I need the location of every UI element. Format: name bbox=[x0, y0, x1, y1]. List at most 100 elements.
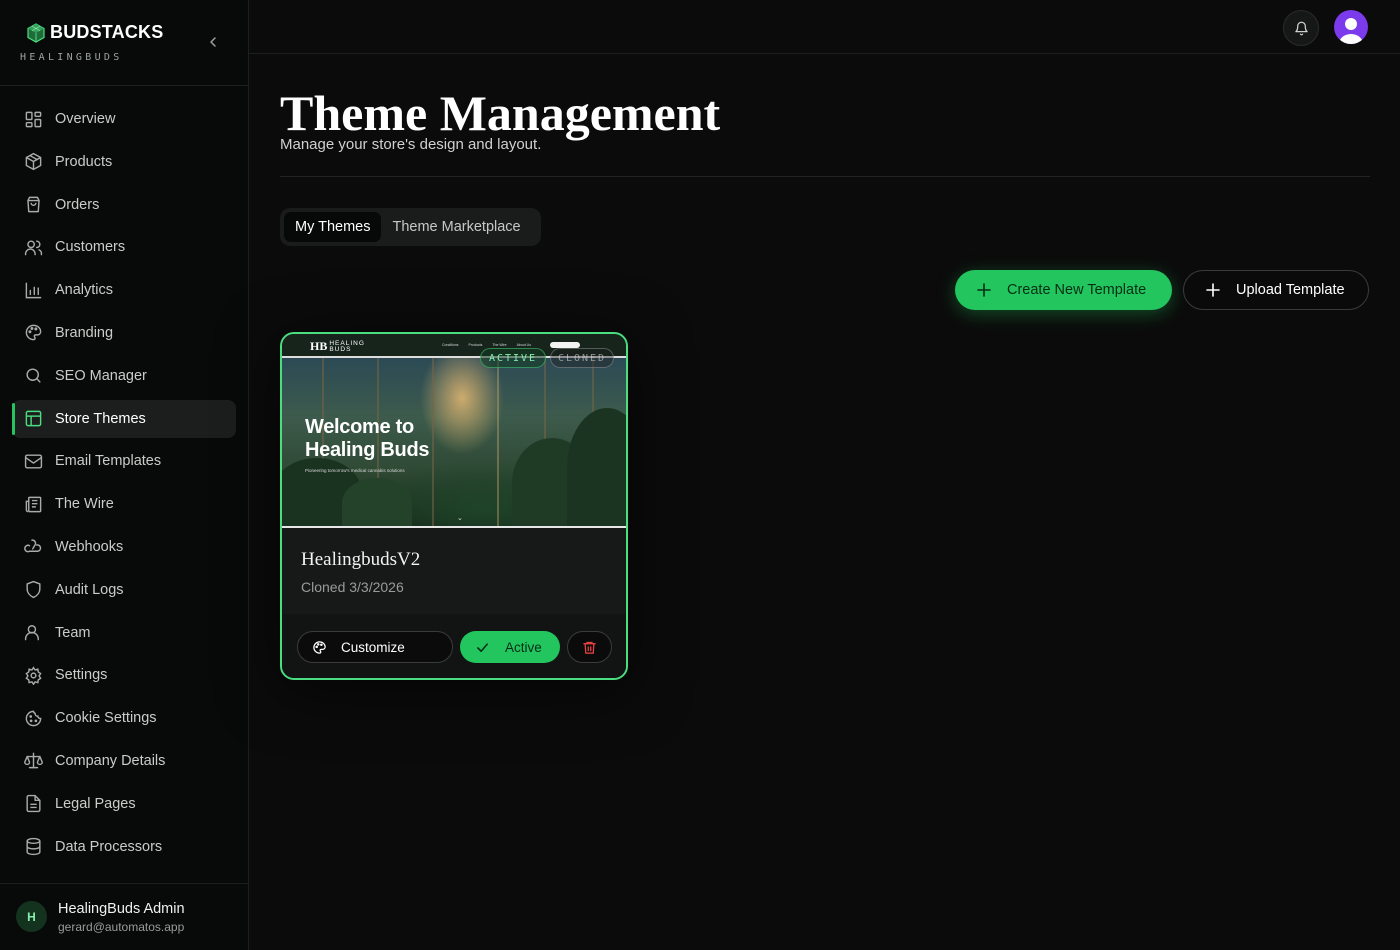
page-subtitle: Manage your store's design and layout. bbox=[280, 136, 542, 153]
layout-dashboard-icon bbox=[24, 110, 43, 129]
customize-label: Customize bbox=[341, 639, 405, 655]
shopping-bag-icon bbox=[24, 195, 43, 214]
sidebar-item-label: Overview bbox=[55, 111, 116, 127]
database-icon bbox=[24, 837, 43, 856]
sidebar-item-seo-manager[interactable]: SEO Manager bbox=[12, 357, 236, 395]
chevron-down-icon: ⌄ bbox=[457, 515, 463, 522]
sidebar-item-the-wire[interactable]: The Wire bbox=[12, 485, 236, 523]
theme-card[interactable]: HB HEALING BUDS Conditions Products The W… bbox=[280, 332, 628, 680]
preview-nav-link: About Us bbox=[516, 343, 531, 347]
sidebar-item-store-themes[interactable]: Store Themes bbox=[12, 399, 236, 438]
sidebar-item-analytics[interactable]: Analytics bbox=[12, 271, 236, 309]
top-bar bbox=[249, 0, 1400, 54]
notifications-button[interactable] bbox=[1283, 10, 1319, 46]
preview-logo: HB HEALING BUDS bbox=[310, 339, 365, 354]
mail-icon bbox=[24, 452, 43, 471]
sidebar-item-webhooks[interactable]: Webhooks bbox=[12, 528, 236, 566]
sidebar-item-settings[interactable]: Settings bbox=[12, 656, 236, 694]
preview-headline: Welcome to Healing Buds bbox=[305, 416, 430, 461]
page-title: Theme Management bbox=[280, 85, 721, 141]
theme-name: HealingbudsV2 bbox=[301, 549, 421, 570]
user-name: HealingBuds Admin bbox=[58, 901, 185, 917]
sidebar-item-label: Cookie Settings bbox=[55, 710, 157, 727]
scale-icon bbox=[24, 751, 43, 770]
upload-template-label: Upload Template bbox=[1236, 282, 1345, 298]
sidebar-item-label: Company Details bbox=[55, 752, 166, 769]
palette-icon bbox=[313, 640, 326, 654]
file-text-icon bbox=[24, 794, 43, 813]
sidebar-item-team[interactable]: Team bbox=[12, 614, 236, 652]
sidebar-item-label: The Wire bbox=[55, 496, 114, 513]
preview-nav-link: The Wire bbox=[492, 343, 507, 347]
sidebar-item-label: Webhooks bbox=[55, 538, 124, 555]
sidebar-item-products[interactable]: Products bbox=[12, 143, 236, 181]
palette-icon bbox=[24, 323, 43, 342]
preview-tagline: Pioneering tomorrow's medical cannabis s… bbox=[305, 468, 405, 473]
preview-nav-link: Products bbox=[468, 343, 483, 347]
status-badge-cloned: CLONED bbox=[550, 348, 614, 368]
sidebar-item-overview[interactable]: Overview bbox=[12, 100, 236, 138]
search-icon bbox=[24, 366, 43, 385]
create-new-template-button[interactable]: Create New Template bbox=[955, 270, 1172, 310]
user-avatar-icon bbox=[1339, 18, 1363, 44]
customize-button[interactable]: Customize bbox=[297, 631, 453, 663]
brand-subtitle: HEALINGBUDS bbox=[20, 52, 123, 63]
check-icon bbox=[477, 642, 488, 652]
active-label: Active bbox=[505, 639, 542, 655]
theme-actions: Customize Active bbox=[282, 614, 626, 678]
sidebar-item-label: Audit Logs bbox=[55, 581, 124, 598]
brand-name: BUDSTACKS bbox=[50, 22, 164, 42]
cookie-icon bbox=[24, 709, 43, 728]
sidebar-item-cookie-settings[interactable]: Cookie Settings bbox=[12, 699, 236, 737]
sidebar-item-email-templates[interactable]: Email Templates bbox=[12, 442, 236, 480]
sidebar-item-orders[interactable]: Orders bbox=[12, 186, 236, 224]
sidebar-item-data-processors[interactable]: Data Processors bbox=[12, 828, 236, 866]
sidebar-item-label: Settings bbox=[55, 667, 108, 684]
webhook-icon bbox=[24, 537, 43, 556]
cube-logo-icon bbox=[27, 22, 45, 43]
users-icon bbox=[24, 238, 43, 257]
user-profile[interactable]: H HealingBuds Admin gerard@automatos.app bbox=[0, 883, 248, 950]
tab-my-themes[interactable]: My Themes bbox=[284, 212, 382, 242]
sidebar-item-label: SEO Manager bbox=[55, 367, 147, 384]
brand-header: BUDSTACKS HEALINGBUDS bbox=[0, 0, 248, 86]
brand-logo[interactable]: BUDSTACKS bbox=[26, 22, 163, 43]
sidebar-item-label: Data Processors bbox=[55, 838, 163, 855]
sidebar-nav: Overview Products Orders Customers Analy… bbox=[12, 100, 236, 870]
delete-theme-button[interactable] bbox=[567, 631, 612, 663]
bar-chart-icon bbox=[24, 281, 43, 300]
preview-logo-mark: HB bbox=[310, 339, 328, 353]
theme-tabs: My Themes Theme Marketplace bbox=[280, 208, 541, 246]
user-email: gerard@automatos.app bbox=[58, 920, 185, 934]
sidebar-item-branding[interactable]: Branding bbox=[12, 314, 236, 352]
upload-template-button[interactable]: Upload Template bbox=[1183, 270, 1369, 310]
sidebar-item-legal-pages[interactable]: Legal Pages bbox=[12, 785, 236, 823]
user-icon bbox=[24, 623, 43, 642]
sidebar-item-audit-logs[interactable]: Audit Logs bbox=[12, 571, 236, 609]
divider bbox=[280, 176, 1370, 177]
package-icon bbox=[24, 152, 43, 171]
sidebar-item-company-details[interactable]: Company Details bbox=[12, 742, 236, 780]
theme-preview[interactable]: HB HEALING BUDS Conditions Products The W… bbox=[282, 334, 626, 528]
shield-icon bbox=[24, 580, 43, 599]
avatar: H bbox=[16, 901, 47, 932]
gear-icon bbox=[24, 666, 43, 685]
sidebar-item-label: Email Templates bbox=[55, 453, 162, 470]
sidebar: BUDSTACKS HEALINGBUDS Overview Products … bbox=[0, 0, 249, 950]
chevron-left-icon bbox=[210, 37, 216, 47]
preview-nav-link: Conditions bbox=[442, 343, 459, 347]
theme-date: Cloned 3/3/2026 bbox=[301, 579, 404, 595]
tab-theme-marketplace[interactable]: Theme Marketplace bbox=[381, 212, 531, 242]
sidebar-item-label: Products bbox=[55, 153, 113, 170]
bell-icon bbox=[1294, 21, 1308, 35]
sidebar-item-label: Branding bbox=[55, 324, 114, 341]
active-button[interactable]: Active bbox=[460, 631, 560, 663]
plus-icon bbox=[977, 283, 991, 297]
sidebar-item-label: Analytics bbox=[55, 282, 114, 299]
collapse-sidebar-button[interactable] bbox=[204, 33, 222, 51]
layout-template-icon bbox=[24, 409, 43, 428]
plus-icon bbox=[1206, 283, 1220, 297]
sidebar-item-label: Legal Pages bbox=[55, 795, 136, 812]
sidebar-item-customers[interactable]: Customers bbox=[12, 228, 236, 266]
user-avatar-button[interactable] bbox=[1334, 10, 1368, 44]
